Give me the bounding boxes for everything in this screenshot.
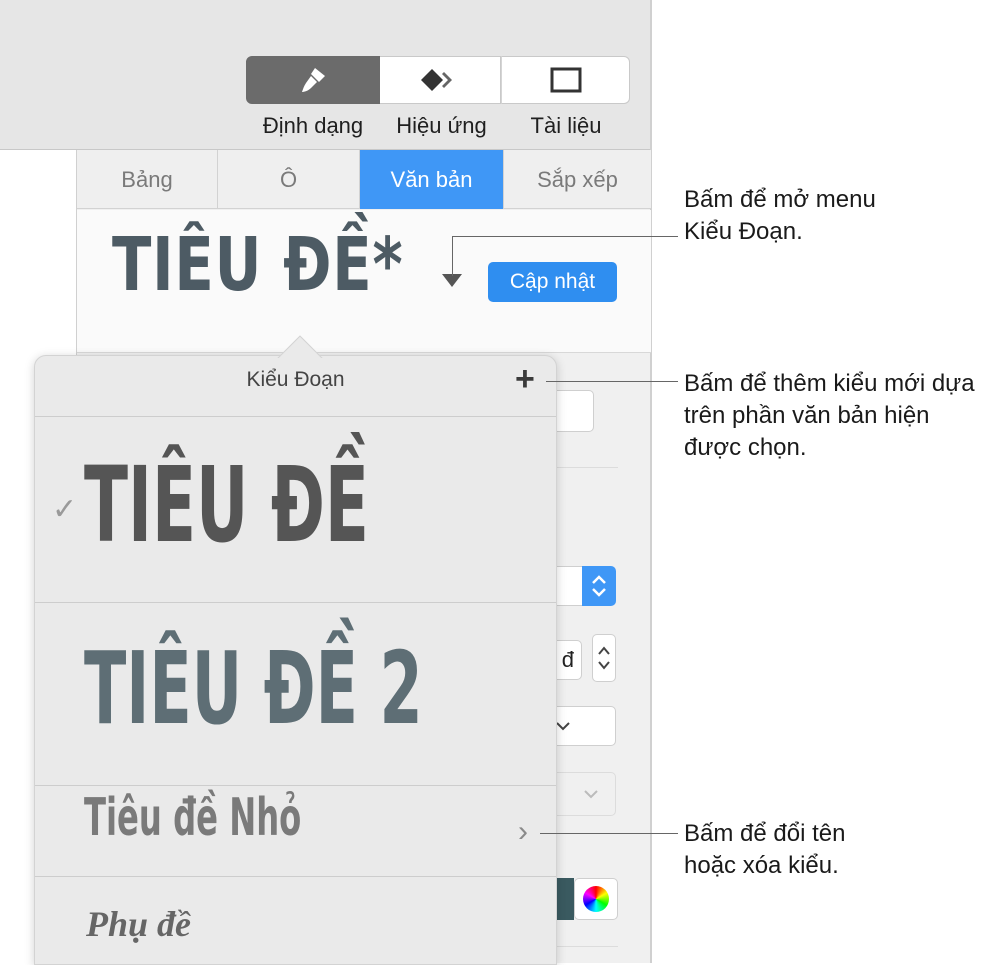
divider	[556, 467, 618, 468]
add-style-button[interactable]: +	[515, 362, 535, 396]
style-item-label: TIÊU ĐỀ	[84, 444, 369, 566]
document-window-icon	[550, 67, 581, 93]
document-button[interactable]	[501, 56, 630, 104]
callout-leader	[452, 236, 678, 237]
callout-open-menu: Bấm để mở menu Kiểu Đoạn.	[684, 186, 876, 245]
color-picker-button[interactable]	[574, 878, 618, 920]
popover-title: Kiểu Đoạn	[246, 368, 345, 391]
style-item-label: Phụ đề	[86, 904, 192, 944]
update-style-button[interactable]: Cập nhật	[488, 262, 617, 302]
callout-leader	[546, 381, 678, 382]
callout-add-style: Bấm để thêm kiểu mới dựa trên phần văn b…	[684, 370, 975, 461]
callout-leader	[540, 833, 678, 834]
callout-leader	[452, 236, 453, 276]
popover-arrow	[272, 330, 326, 358]
animation-diamond-icon	[421, 69, 452, 91]
up-down-chevron-icon	[592, 575, 606, 597]
chevron-down-icon	[584, 790, 598, 799]
divider	[556, 946, 618, 947]
format-button[interactable]	[246, 56, 381, 104]
inspector-tabs: Bảng Ô Văn bản Sắp xếp	[77, 150, 651, 209]
style-item-label: TIÊU ĐỀ 2	[84, 630, 423, 747]
tab-text[interactable]: Văn bản	[360, 150, 504, 209]
tab-cell[interactable]: Ô	[218, 150, 360, 209]
color-wheel-icon	[583, 886, 609, 912]
checkmark-icon: ✓	[52, 493, 78, 526]
paintbrush-icon	[301, 68, 325, 92]
tab-table[interactable]: Bảng	[77, 150, 218, 209]
style-item-label: Tiêu đề Nhỏ	[84, 788, 302, 848]
font-style-stepper[interactable]	[582, 566, 616, 606]
font-size-stepper[interactable]	[592, 634, 616, 682]
chevron-down-icon	[556, 722, 570, 731]
tab-arrange[interactable]: Sắp xếp	[504, 150, 651, 209]
animate-button[interactable]	[380, 56, 501, 104]
window-edge	[650, 0, 652, 963]
document-label: Tài liệu	[530, 113, 602, 138]
animate-label: Hiệu ứng	[396, 113, 487, 138]
stepper-icon	[598, 646, 610, 670]
callout-rename-style: Bấm để đổi tên hoặc xóa kiểu.	[684, 820, 846, 879]
format-label: Định dạng	[262, 113, 364, 138]
chevron-right-icon[interactable]: ›	[518, 815, 528, 849]
current-paragraph-style[interactable]: TIÊU ĐỀ*	[112, 222, 403, 308]
